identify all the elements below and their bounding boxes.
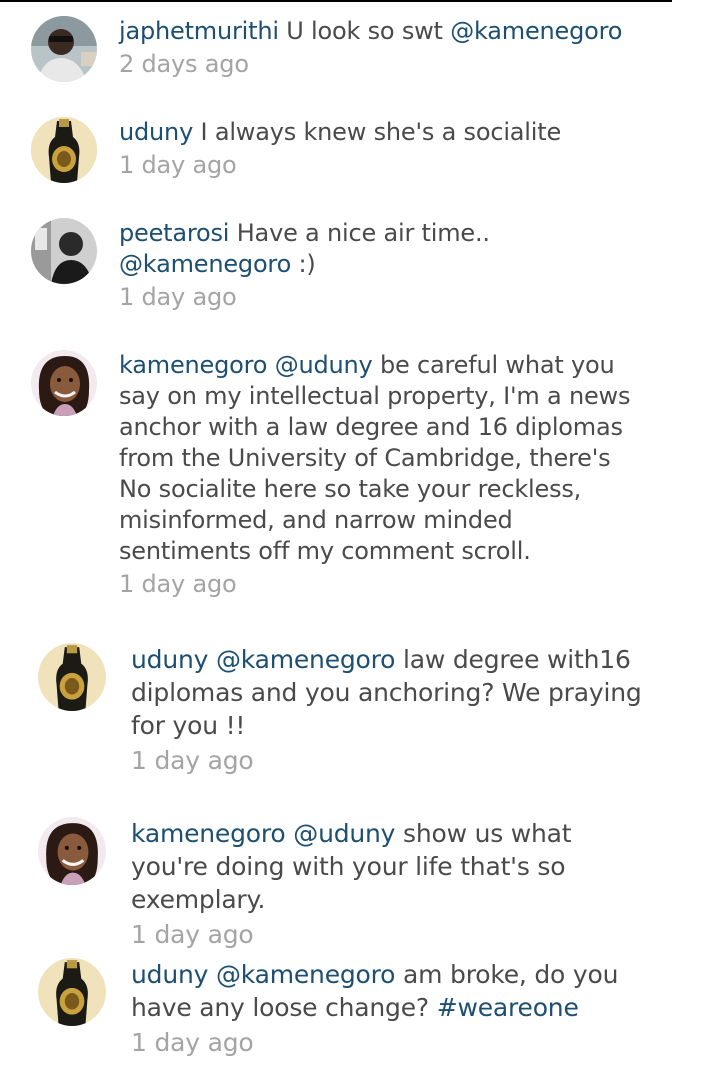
reply-item: uduny @kamenegoro am broke, do you have … (38, 958, 651, 1059)
avatar[interactable] (38, 643, 106, 711)
hashtag-link[interactable]: #weareone (437, 993, 579, 1022)
comment-item: uduny I always knew she's a socialite 1 … (31, 117, 639, 183)
comment-username[interactable]: uduny (119, 118, 193, 146)
comment-item: kamenegoro @uduny be careful what you sa… (31, 350, 639, 600)
comment-item: japhetmurithi U look so swt @kamenegoro … (31, 16, 639, 82)
man-bw-avatar-icon (31, 218, 97, 284)
comment-username[interactable]: peetarosi (119, 219, 229, 247)
avatar[interactable] (38, 817, 106, 885)
comment-timestamp: 1 day ago (131, 746, 254, 775)
comment-body: Have a nice air time.. (229, 219, 490, 247)
comment-text: peetarosi Have a nice air time.. @kameneg… (119, 218, 639, 280)
avatar[interactable] (38, 958, 106, 1026)
comment-text: kamenegoro @uduny be careful what you sa… (119, 350, 639, 567)
comment-username[interactable]: uduny (131, 645, 208, 674)
comment-username[interactable]: kamenegoro (131, 819, 286, 848)
comment-body: be careful what you say on my intellectu… (119, 351, 631, 565)
man-photo-avatar-icon (31, 16, 97, 82)
top-divider (0, 0, 672, 2)
avatar[interactable] (31, 117, 97, 183)
comment-body (208, 645, 216, 674)
comment-item: peetarosi Have a nice air time.. @kameneg… (31, 218, 639, 313)
comment-body (267, 351, 274, 379)
mention-link[interactable]: @uduny (275, 351, 373, 379)
comment-body: U look so swt (278, 17, 451, 45)
comment-timestamp: 1 day ago (119, 570, 237, 598)
comment-username[interactable]: kamenegoro (119, 351, 267, 379)
bottle-avatar-icon (38, 958, 106, 1026)
mention-link[interactable]: @uduny (293, 819, 395, 848)
bottle-avatar-icon (31, 117, 97, 183)
mention-link[interactable]: @kamenegoro (119, 250, 291, 278)
comment-username[interactable]: japhetmurithi (119, 17, 279, 45)
comment-timestamp: 1 day ago (131, 920, 254, 949)
comment-text: japhetmurithi U look so swt @kamenegoro (119, 16, 639, 47)
comment-body (208, 960, 216, 989)
comment-body: I always knew she's a socialite (193, 118, 562, 146)
mention-link[interactable]: @kamenegoro (216, 960, 396, 989)
reply-item: uduny @kamenegoro law degree with16 dipl… (38, 643, 651, 777)
woman-avatar-icon (38, 817, 106, 885)
comment-timestamp: 1 day ago (119, 283, 237, 311)
avatar[interactable] (31, 218, 97, 284)
woman-avatar-icon (31, 350, 97, 416)
avatar[interactable] (31, 350, 97, 416)
comment-text: uduny I always knew she's a socialite (119, 117, 639, 148)
comment-text: uduny @kamenegoro am broke, do you have … (131, 958, 651, 1024)
comment-timestamp: 2 days ago (119, 50, 249, 78)
comment-body: :) (291, 250, 316, 278)
comment-text: uduny @kamenegoro law degree with16 dipl… (131, 643, 651, 742)
avatar[interactable] (31, 16, 97, 82)
mention-link[interactable]: @kamenegoro (216, 645, 396, 674)
comment-timestamp: 1 day ago (131, 1028, 254, 1057)
comment-timestamp: 1 day ago (119, 151, 237, 179)
comment-username[interactable]: uduny (131, 960, 208, 989)
mention-link[interactable]: @kamenegoro (450, 17, 622, 45)
reply-item: kamenegoro @uduny show us what you're do… (38, 817, 651, 951)
bottle-avatar-icon (38, 643, 106, 711)
comment-text: kamenegoro @uduny show us what you're do… (131, 817, 651, 916)
